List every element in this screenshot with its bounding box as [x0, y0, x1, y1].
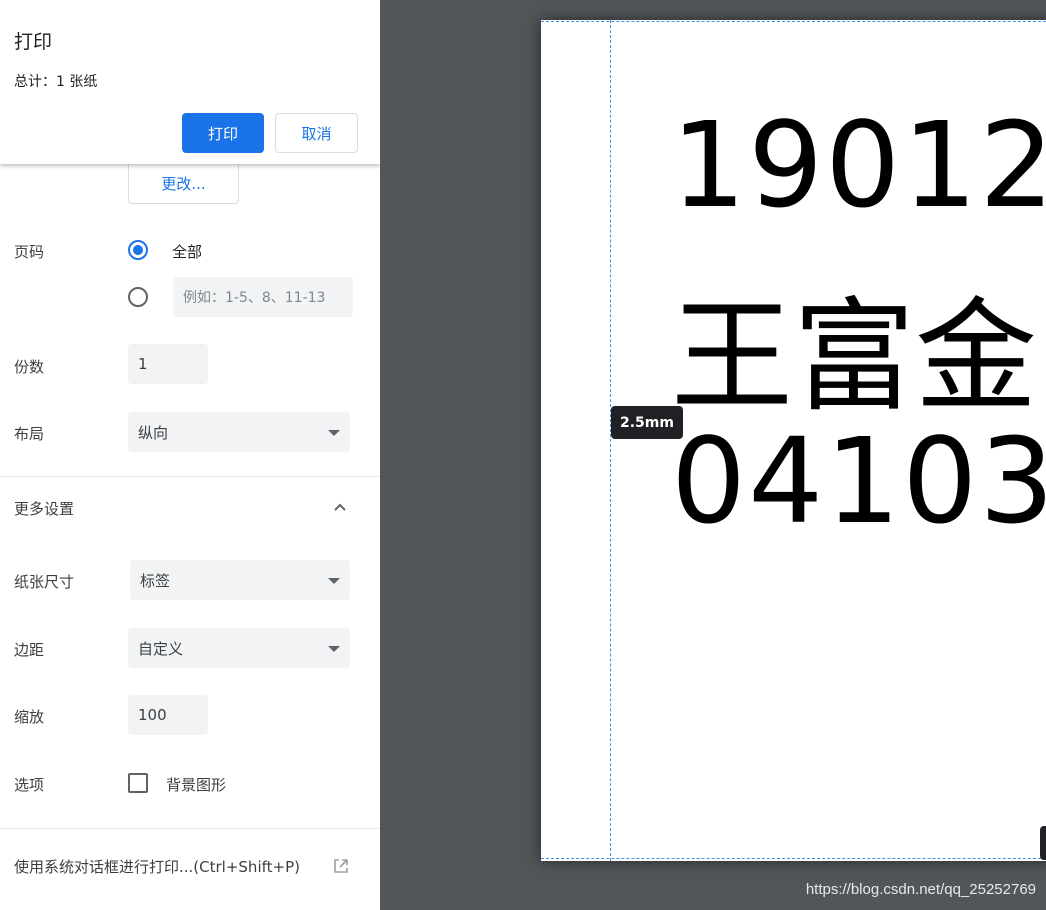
dialog-title: 打印 [14, 31, 53, 53]
pages-custom-radio[interactable] [128, 287, 148, 307]
watermark: https://blog.csdn.net/qq_25252769 [805, 881, 1036, 898]
top-margin-guide[interactable] [541, 21, 1046, 22]
pages-all-label: 全部 [172, 243, 203, 261]
corner-tooltip [1040, 826, 1046, 860]
options-label: 选项 [14, 776, 45, 794]
scale-label: 缩放 [14, 708, 45, 726]
change-destination-button[interactable]: 更改... [128, 164, 239, 204]
system-dialog-link[interactable]: 使用系统对话框进行打印...(Ctrl+Shift+P) [14, 856, 300, 877]
paper-size-label: 纸张尺寸 [14, 573, 75, 591]
scale-input[interactable]: 100 [128, 695, 208, 735]
copies-input[interactable]: 1 [128, 344, 208, 384]
background-graphics-label: 背景图形 [166, 776, 227, 794]
sheet-summary: 总计：1 张纸 [14, 74, 98, 90]
copies-label: 份数 [14, 358, 45, 376]
layout-label: 布局 [14, 425, 45, 443]
open-external-icon[interactable] [332, 857, 350, 875]
pages-all-radio[interactable] [128, 240, 148, 260]
divider [0, 828, 380, 829]
margin-tooltip: 2.5mm [611, 406, 683, 439]
left-margin-guide[interactable] [610, 20, 611, 861]
print-preview-page: 190127 王富金 041038 [541, 20, 1046, 861]
margins-label: 边距 [14, 641, 45, 659]
pages-label: 页码 [14, 243, 45, 261]
divider [0, 476, 380, 477]
print-header: 打印 总计：1 张纸 打印 取消 [0, 0, 380, 164]
chevron-up-icon[interactable] [333, 500, 347, 514]
more-settings-label[interactable]: 更多设置 [14, 498, 74, 519]
pages-custom-input[interactable]: 例如：1-5、8、11-13 [173, 277, 353, 317]
print-settings-panel: 打印 总计：1 张纸 打印 取消 更改... 页码 全部 例如：1-5、8、11… [0, 0, 380, 910]
margins-select[interactable]: 自定义 [128, 628, 350, 668]
background-graphics-checkbox[interactable] [128, 773, 148, 793]
cancel-button[interactable]: 取消 [275, 113, 358, 153]
preview-line-1: 190127 [671, 96, 1046, 234]
paper-size-select[interactable]: 标签 [130, 560, 350, 600]
layout-select[interactable]: 纵向 [128, 412, 350, 452]
preview-line-3: 041038 [671, 412, 1046, 550]
preview-line-2: 王富金 [671, 286, 1037, 428]
bottom-margin-guide[interactable] [541, 858, 1046, 859]
print-button[interactable]: 打印 [182, 113, 264, 153]
